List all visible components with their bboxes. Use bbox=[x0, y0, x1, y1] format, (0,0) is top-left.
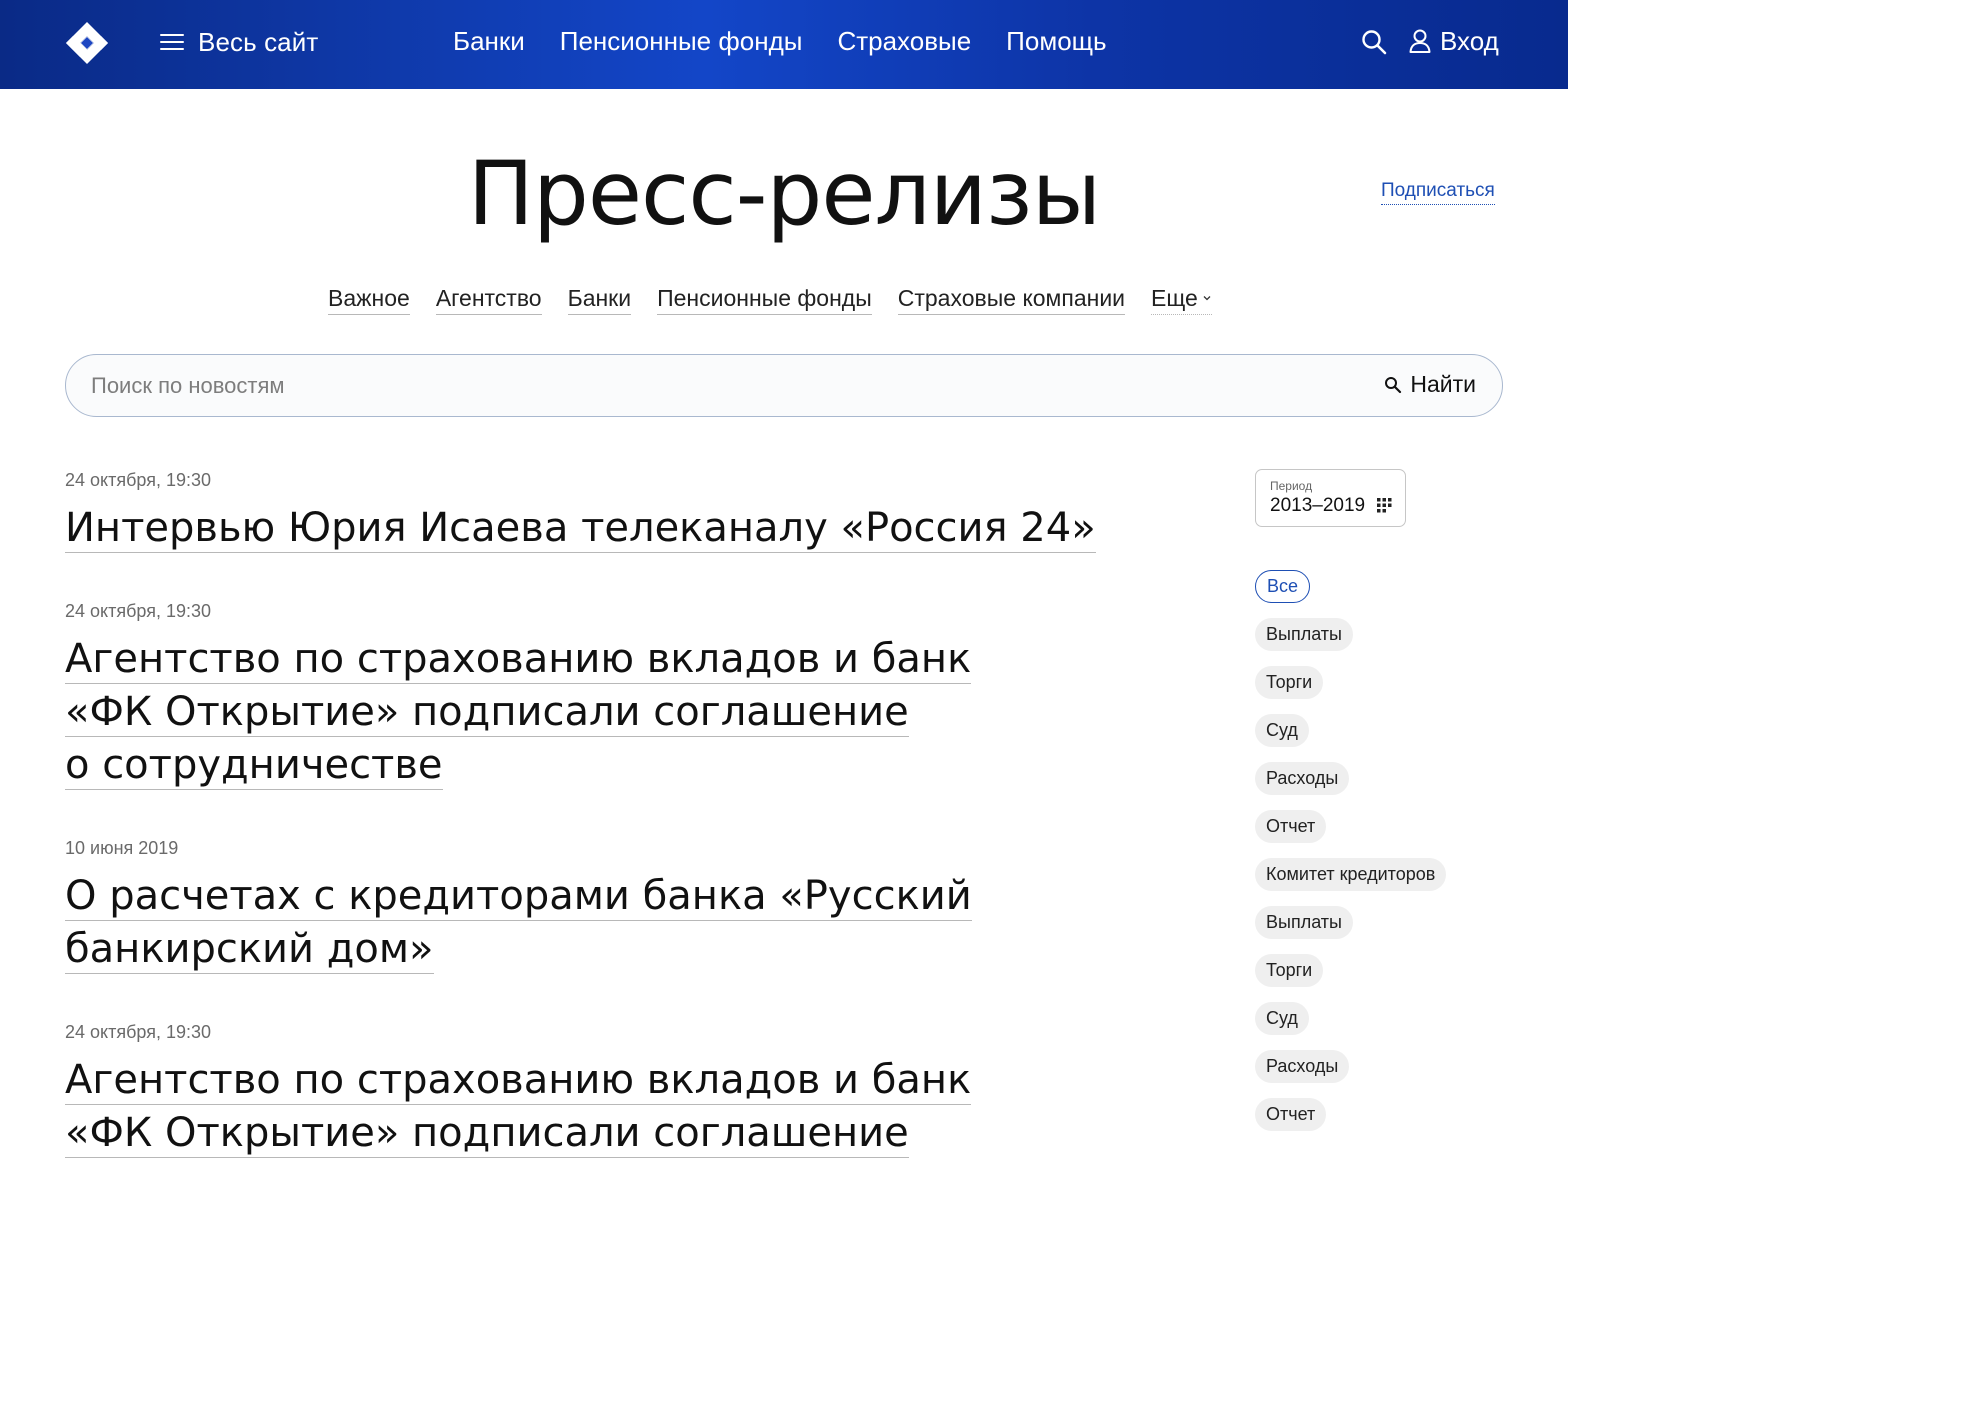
news-date: 24 октября, 19:30 bbox=[65, 470, 212, 490]
news-title-link[interactable]: Интервью Юрия Исаева телеканалу «Россия … bbox=[65, 502, 1105, 555]
login-button[interactable]: Вход bbox=[1408, 22, 1499, 60]
find-button-label: Найти bbox=[1410, 371, 1476, 397]
news-item: 10 июня 2019 О расчетах с кредиторами ба… bbox=[65, 834, 1105, 976]
category-insurance-companies[interactable]: Страховые компании bbox=[897, 284, 1126, 315]
news-title-line: «ФК Открытие» подписали соглашение bbox=[65, 689, 909, 737]
search-icon[interactable] bbox=[1360, 28, 1388, 56]
tag-auctions[interactable]: Торги bbox=[1255, 954, 1324, 987]
subscribe-link[interactable]: Подписаться bbox=[1381, 180, 1495, 205]
news-title-line: банкирский дом» bbox=[65, 926, 434, 974]
tag-expenses[interactable]: Расходы bbox=[1255, 762, 1350, 795]
chevron-down-icon bbox=[1203, 296, 1211, 301]
news-title-line: «ФК Открытие» подписали соглашение bbox=[65, 1110, 909, 1158]
tag-all[interactable]: Все bbox=[1255, 570, 1311, 603]
news-title-line: Интервью Юрия Исаева телеканалу «Россия … bbox=[65, 505, 1096, 553]
category-banks[interactable]: Банки bbox=[567, 284, 632, 315]
news-item: 24 октября, 19:30 Агентство по страхован… bbox=[65, 597, 1105, 792]
news-title-line: О расчетах с кредиторами банка «Русский bbox=[65, 873, 972, 921]
page-title: Пресс-релизы bbox=[467, 142, 1101, 245]
category-more-dropdown[interactable]: Еще bbox=[1151, 284, 1212, 315]
category-nav: Важное Агентство Банки Пенсионные фонды … bbox=[328, 284, 1212, 315]
main-nav: Банки Пенсионные фонды Страховые Помощь bbox=[453, 22, 1107, 60]
find-button[interactable]: Найти bbox=[1384, 371, 1476, 398]
tag-court[interactable]: Суд bbox=[1255, 714, 1309, 747]
tag-payouts[interactable]: Выплаты bbox=[1255, 618, 1353, 651]
more-label: Еще bbox=[1151, 285, 1198, 311]
tag-report[interactable]: Отчет bbox=[1255, 810, 1327, 843]
tag-court[interactable]: Суд bbox=[1255, 1002, 1309, 1035]
news-date: 10 июня 2019 bbox=[65, 838, 179, 858]
news-search-input[interactable] bbox=[91, 365, 1351, 407]
news-title-line: Агентство по страхованию вкладов и банк bbox=[65, 636, 972, 684]
category-agency[interactable]: Агентство bbox=[435, 284, 542, 315]
news-date: 24 октября, 19:30 bbox=[65, 1022, 212, 1042]
news-title-link[interactable]: Агентство по страхованию вкладов и банк … bbox=[65, 1054, 975, 1160]
news-item: 24 октября, 19:30 Интервью Юрия Исаева т… bbox=[65, 466, 1105, 555]
top-header: Весь сайт Банки Пенсионные фонды Страхов… bbox=[0, 0, 1568, 89]
search-icon bbox=[1385, 376, 1402, 393]
news-title-line: Агентство по страхованию вкладов и банк bbox=[65, 1057, 972, 1105]
news-title-link[interactable]: Агентство по страхованию вкладов и банк … bbox=[65, 633, 975, 792]
nav-link-insurance[interactable]: Страховые bbox=[837, 22, 971, 60]
calendar-grid-icon bbox=[1377, 498, 1392, 513]
period-value: 2013–2019 bbox=[1270, 495, 1366, 516]
period-label: Период bbox=[1270, 479, 1313, 493]
news-item: 24 октября, 19:30 Агентство по страхован… bbox=[65, 1018, 1105, 1160]
tag-filter-list: Все Выплаты Торги Суд Расходы Отчет Коми… bbox=[1255, 570, 1447, 1131]
menu-label: Весь сайт bbox=[198, 26, 319, 57]
tag-creditors-committee[interactable]: Комитет кредиторов bbox=[1255, 858, 1447, 891]
news-date: 24 октября, 19:30 bbox=[65, 601, 212, 621]
user-icon bbox=[1409, 29, 1431, 53]
asv-logo-icon[interactable] bbox=[64, 20, 110, 66]
period-selector[interactable]: Период 2013–2019 bbox=[1255, 469, 1406, 527]
login-label: Вход bbox=[1440, 26, 1499, 56]
news-title-link[interactable]: О расчетах с кредиторами банка «Русский … bbox=[65, 870, 975, 976]
tag-payouts[interactable]: Выплаты bbox=[1255, 906, 1353, 939]
category-pension-funds[interactable]: Пенсионные фонды bbox=[657, 284, 872, 315]
news-search-box: Найти bbox=[65, 354, 1503, 417]
category-important[interactable]: Важное bbox=[328, 284, 410, 315]
tag-expenses[interactable]: Расходы bbox=[1255, 1050, 1350, 1083]
news-list: 24 октября, 19:30 Интервью Юрия Исаева т… bbox=[65, 466, 1105, 1202]
tag-report[interactable]: Отчет bbox=[1255, 1098, 1327, 1131]
nav-link-pension-funds[interactable]: Пенсионные фонды bbox=[560, 22, 803, 60]
news-title-line: о сотрудничестве bbox=[65, 742, 443, 790]
nav-link-help[interactable]: Помощь bbox=[1006, 22, 1106, 60]
tag-auctions[interactable]: Торги bbox=[1255, 666, 1324, 699]
nav-link-banks[interactable]: Банки bbox=[453, 22, 525, 60]
menu-button[interactable]: Весь сайт bbox=[160, 24, 318, 60]
hamburger-icon bbox=[160, 32, 186, 52]
